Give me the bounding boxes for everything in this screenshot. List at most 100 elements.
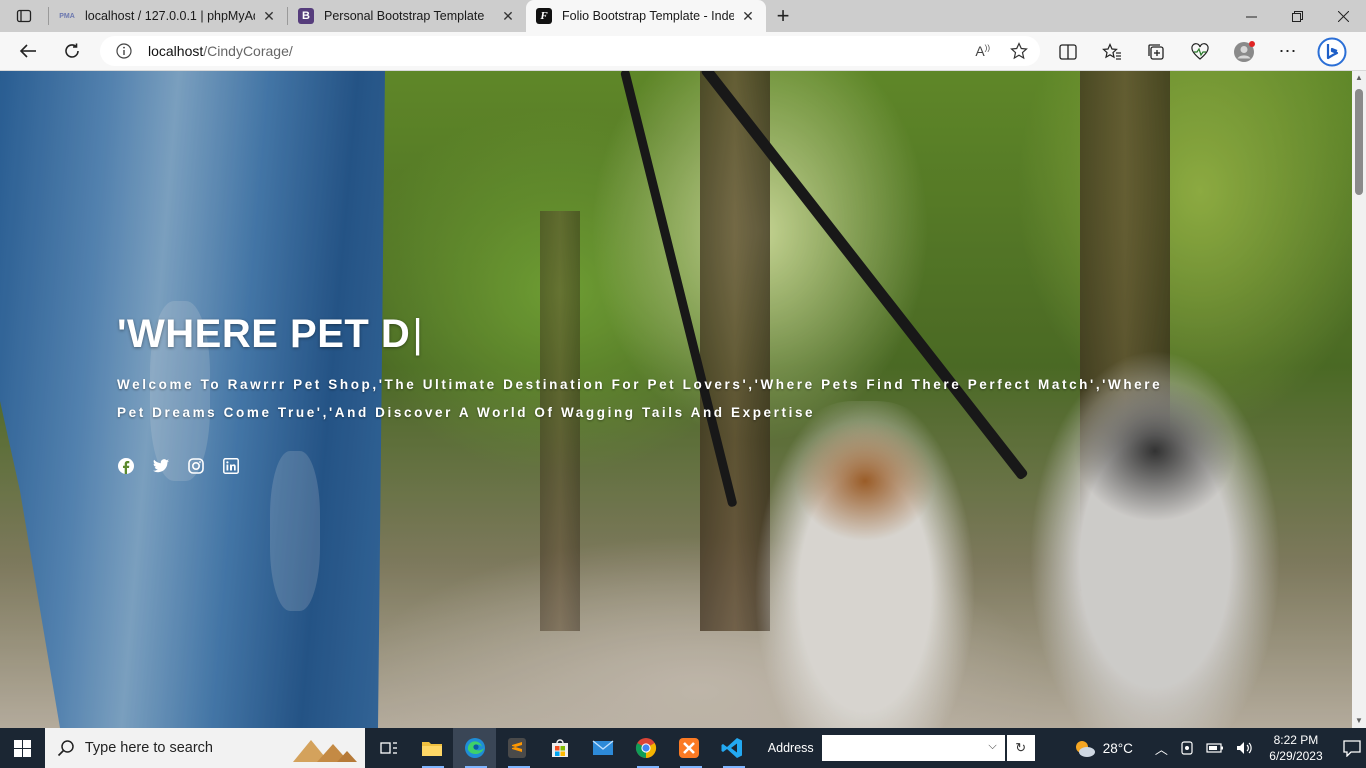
facebook-icon	[118, 458, 134, 474]
close-tab-icon[interactable]: ✕	[740, 8, 756, 25]
linkedin-link[interactable]	[222, 457, 240, 475]
avatar-icon	[1234, 40, 1255, 62]
xampp-button[interactable]	[668, 728, 711, 768]
pma-icon: PMA	[59, 12, 75, 20]
restore-button[interactable]	[1274, 0, 1320, 32]
address-go-button[interactable]: ↻	[1006, 735, 1035, 761]
vscode-button[interactable]	[711, 728, 754, 768]
scroll-up-arrow-icon[interactable]: ▲	[1355, 74, 1363, 82]
taskbar-clock[interactable]: 8:22 PM 6/29/2023	[1268, 732, 1324, 764]
tab-title: Folio Bootstrap Template - Index	[562, 9, 734, 23]
address-bar[interactable]: localhost/CindyCorage/ A))	[100, 36, 1040, 66]
windows-logo-icon	[13, 739, 31, 757]
tab-actions-button[interactable]	[0, 0, 48, 32]
close-icon	[1337, 10, 1349, 22]
favorites-icon	[1102, 42, 1121, 60]
facebook-link[interactable]	[117, 457, 135, 475]
new-tab-button[interactable]: +	[766, 0, 800, 32]
close-window-button[interactable]	[1320, 0, 1366, 32]
search-placeholder: Type here to search	[84, 740, 213, 756]
close-tab-icon[interactable]: ✕	[261, 8, 277, 25]
minimize-button[interactable]	[1228, 0, 1274, 32]
mail-icon	[592, 740, 614, 755]
back-button[interactable]	[6, 32, 50, 71]
hero-title-text: 'WHERE PET D	[117, 312, 411, 356]
browser-tab-strip: PMA localhost / 127.0.0.1 | phpMyAdmin ✕…	[0, 0, 1366, 32]
sublime-text-icon	[508, 738, 527, 758]
volume-icon[interactable]	[1236, 741, 1254, 755]
weather-temperature: 28°C	[1102, 740, 1133, 756]
chevron-down-icon[interactable]: ⌵	[988, 740, 996, 753]
plus-icon: +	[776, 3, 790, 28]
tab-folio-index[interactable]: F Folio Bootstrap Template - Index ✕	[526, 0, 766, 32]
task-view-button[interactable]	[367, 728, 410, 768]
bing-icon	[1317, 37, 1347, 66]
toolbar-right: ⋯	[1046, 32, 1354, 71]
info-icon[interactable]	[116, 43, 132, 59]
performance-button[interactable]	[1178, 32, 1222, 71]
read-aloud-icon[interactable]: A))	[975, 43, 990, 59]
network-device-icon[interactable]	[1180, 740, 1194, 756]
omnibox-actions: A))	[975, 36, 1028, 66]
settings-menu-button[interactable]: ⋯	[1266, 32, 1310, 71]
taskbar-address-input[interactable]: ⌵	[821, 735, 1005, 761]
refresh-icon	[65, 43, 79, 58]
scroll-down-arrow-icon[interactable]: ▼	[1355, 717, 1363, 725]
refresh-icon: ↻	[1015, 740, 1027, 755]
notification-center-button[interactable]	[1338, 739, 1366, 757]
hero-typed-title: 'WHERE PET D|	[117, 311, 1197, 357]
chrome-button[interactable]	[625, 728, 668, 768]
windows-taskbar: Type here to search Address ⌵ ↻ 28°C ︿ 8…	[0, 728, 1366, 768]
back-arrow-icon	[19, 44, 36, 58]
instagram-icon	[188, 458, 204, 474]
split-screen-button[interactable]	[1046, 32, 1090, 71]
tab-phpmyadmin[interactable]: PMA localhost / 127.0.0.1 | phpMyAdmin ✕	[49, 0, 287, 32]
scrollbar-thumb[interactable]	[1355, 89, 1363, 195]
weather-widget[interactable]: 28°C	[1073, 738, 1133, 758]
bootstrap-icon: B	[298, 8, 314, 24]
tab-title: localhost / 127.0.0.1 | phpMyAdmin	[85, 9, 255, 23]
hero-content: 'WHERE PET D| Welcome To Rawrrr Pet Shop…	[117, 311, 1197, 475]
mail-button[interactable]	[582, 728, 625, 768]
taskbar-search[interactable]: Type here to search	[44, 728, 366, 768]
split-screen-icon	[1059, 43, 1077, 60]
folio-icon: F	[536, 8, 552, 24]
collections-icon	[1148, 43, 1164, 60]
hero-subtitle: Welcome To Rawrrr Pet Shop,'The Ultimate…	[117, 377, 1163, 420]
heartbeat-icon	[1191, 42, 1209, 60]
start-button[interactable]	[0, 728, 45, 768]
restore-icon	[1291, 10, 1303, 22]
notification-icon	[1343, 740, 1361, 757]
twitter-link[interactable]	[152, 457, 170, 475]
collections-button[interactable]	[1134, 32, 1178, 71]
vscode-icon	[721, 738, 743, 758]
microsoft-store-button[interactable]	[539, 728, 582, 768]
linkedin-icon	[223, 458, 239, 474]
profile-button[interactable]	[1222, 32, 1266, 71]
refresh-button[interactable]	[50, 32, 94, 71]
twitter-icon	[153, 459, 169, 473]
url-path: /CindyCorage/	[203, 43, 293, 59]
tray-expand-icon[interactable]: ︿	[1155, 739, 1168, 758]
bing-chat-button[interactable]	[1310, 32, 1354, 71]
more-dots-icon: ⋯	[1278, 41, 1298, 61]
typed-cursor: |	[412, 312, 424, 356]
clock-time: 8:22 PM	[1273, 733, 1319, 747]
pyramids-highlight-icon	[293, 740, 358, 762]
favorite-star-icon[interactable]	[1010, 42, 1028, 60]
edge-taskbar-button[interactable]	[453, 728, 496, 768]
battery-icon[interactable]	[1206, 742, 1224, 754]
store-icon	[552, 739, 569, 757]
file-explorer-button[interactable]	[410, 728, 453, 768]
sublime-text-button[interactable]	[496, 728, 539, 768]
address-toolbar-label: Address	[767, 741, 814, 755]
page-scrollbar[interactable]: ▲ ▼	[1352, 71, 1366, 728]
close-tab-icon[interactable]: ✕	[500, 8, 516, 25]
tab-personal-bootstrap[interactable]: B Personal Bootstrap Template ✕	[288, 0, 526, 32]
page-viewport: 'WHERE PET D| Welcome To Rawrrr Pet Shop…	[0, 71, 1352, 728]
tab-actions-icon	[16, 9, 32, 23]
chrome-icon	[636, 738, 657, 759]
instagram-link[interactable]	[187, 457, 205, 475]
favorites-button[interactable]	[1090, 32, 1134, 71]
search-icon	[57, 740, 74, 757]
